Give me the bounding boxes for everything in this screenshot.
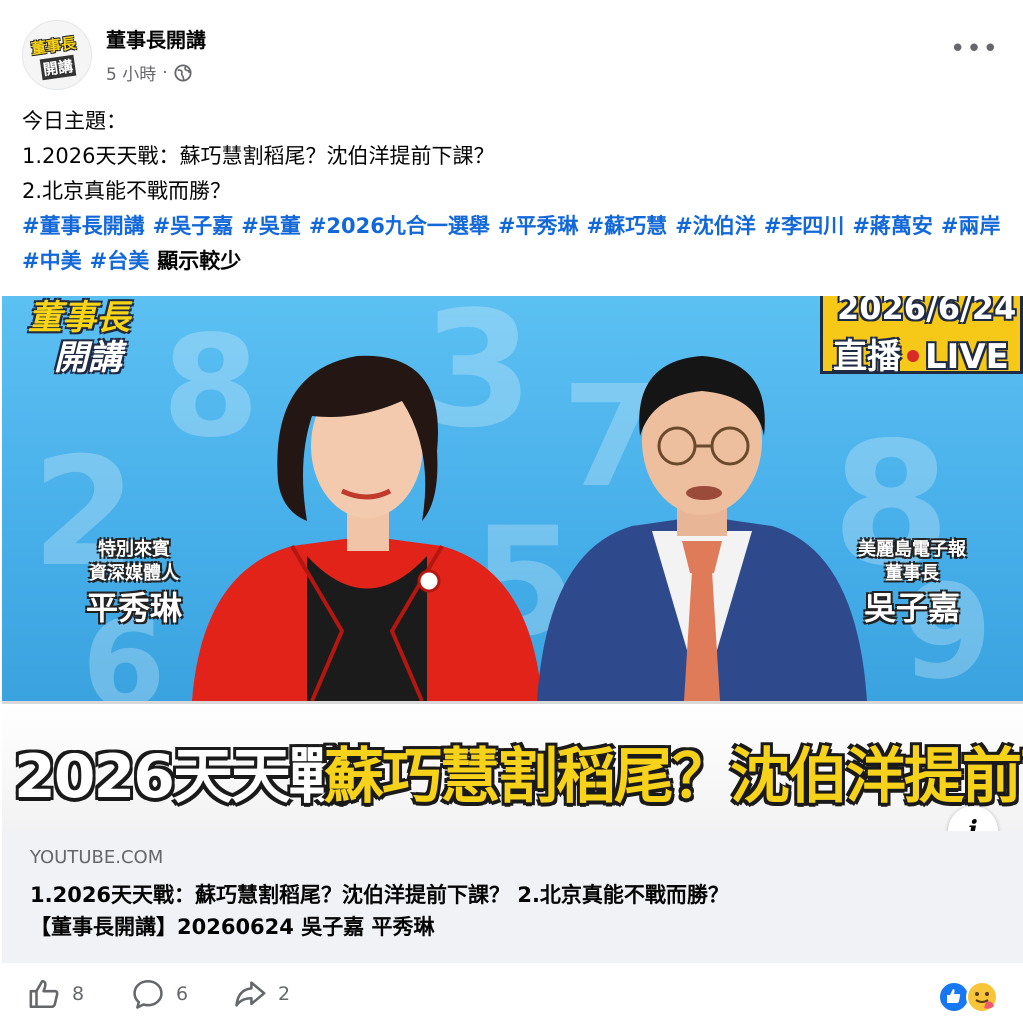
hashtag-link[interactable]: #中美 — [22, 249, 82, 273]
more-options-icon[interactable]: ••• — [950, 34, 998, 68]
comment-icon — [133, 979, 163, 1009]
thumbnail-title-part1: 2026天天戰 — [14, 742, 349, 812]
care-reaction-icon — [966, 981, 998, 1013]
post-meta: 5 小時 · — [106, 60, 192, 85]
see-less-link[interactable]: 顯示較少 — [157, 249, 241, 273]
guest-left-name: 平秀琳 — [85, 589, 182, 627]
globe-icon — [174, 63, 192, 82]
hashtag-link[interactable]: #沈伯洋 — [675, 214, 756, 238]
post-header: 董事長 開講 董事長開講 5 小時 · ••• — [0, 0, 1023, 100]
post-line: 2.北京真能不戰而勝？ — [22, 179, 232, 203]
like-reaction-icon — [938, 981, 970, 1013]
guest-right-role: 董事長 — [885, 563, 939, 584]
video-thumbnail[interactable]: 8 3 7 2 8 5 6 9 董事長 開講 2026/6/24 直播LIVE — [2, 296, 1023, 831]
link-preview[interactable]: YOUTUBE.COM 1.2026天天戰：蘇巧慧割稻尾？沈伯洋提前下課？ 2.… — [2, 831, 1023, 963]
guest-right-figure — [537, 356, 867, 701]
hashtag-link[interactable]: #蘇巧慧 — [586, 214, 667, 238]
link-title[interactable]: 1.2026天天戰：蘇巧慧割稻尾？沈伯洋提前下課？ 2.北京真能不戰而勝？ 【董… — [30, 879, 990, 943]
reactions-summary[interactable] — [938, 980, 1002, 1014]
guest-right-name: 吳子嘉 — [863, 589, 960, 627]
post-line: 1.2026天天戰：蘇巧慧割稻尾？沈伯洋提前下課？ — [22, 144, 495, 168]
show-logo-bottom: 開講 — [54, 338, 122, 378]
live-dot-icon — [907, 349, 919, 362]
hashtag-link[interactable]: #吳子嘉 — [153, 214, 234, 238]
hashtag-link[interactable]: #平秀琳 — [498, 214, 579, 238]
live-date: 2026/6/24 — [837, 296, 1017, 327]
live-en-label: LIVE — [925, 337, 1009, 377]
guest-left-caption: 特別來賓 資深媒體人 平秀琳 — [74, 538, 194, 630]
post-timestamp[interactable]: 5 小時 — [106, 60, 156, 85]
thumbnail-title-part2: 蘇巧慧割稻尾？沈伯洋提前下課？ — [324, 742, 1023, 812]
guest-left-role: 特別來賓 — [98, 539, 170, 560]
post-text: 今日主題： 1.2026天天戰：蘇巧慧割稻尾？沈伯洋提前下課？ 2.北京真能不戰… — [22, 104, 1012, 279]
comment-button[interactable]: 6 — [130, 977, 188, 1011]
link-domain: YOUTUBE.COM — [30, 847, 164, 868]
guest-right-caption: 美麗島電子報 董事長 吳子嘉 — [842, 538, 982, 630]
meta-separator: · — [162, 62, 168, 83]
like-button[interactable]: 8 — [28, 977, 84, 1011]
share-button[interactable]: 2 — [232, 977, 290, 1011]
link-title-line: 【董事長開講】20260624 吳子嘉 平秀琳 — [30, 915, 435, 939]
page-avatar[interactable]: 董事長 開講 — [22, 20, 92, 90]
guest-right-role: 美麗島電子報 — [858, 539, 966, 560]
hashtag-link[interactable]: #蔣萬安 — [852, 214, 933, 238]
hashtag-link[interactable]: #李四川 — [764, 214, 845, 238]
hashtag-link[interactable]: #董事長開講 — [22, 214, 145, 238]
hashtag-link[interactable]: #台美 — [90, 249, 150, 273]
page-name-link[interactable]: 董事長開講 — [106, 24, 206, 53]
guest-left-role: 資深媒體人 — [89, 563, 179, 584]
link-title-line: 1.2026天天戰：蘇巧慧割稻尾？沈伯洋提前下課？ 2.北京真能不戰而勝？ — [30, 883, 729, 907]
thumbs-up-icon — [29, 979, 59, 1009]
hashtag-link[interactable]: #2026九合一選舉 — [309, 214, 490, 238]
like-count: 8 — [72, 983, 85, 1005]
hashtag-link[interactable]: #兩岸 — [941, 214, 1001, 238]
post-actions: 8 6 2 — [0, 963, 1023, 1024]
guest-left-figure — [192, 355, 542, 701]
comment-count: 6 — [176, 983, 189, 1005]
hashtag-list: #董事長開講 #吳子嘉 #吳董 #2026九合一選舉 #平秀琳 #蘇巧慧 #沈伯洋 #李四川 #… — [22, 209, 1012, 279]
post-line: 今日主題： — [22, 109, 127, 133]
thumbnail-title-bar: 2026天天戰 蘇巧慧割稻尾？沈伯洋提前下課？ — [2, 701, 1023, 831]
share-icon — [235, 981, 266, 1007]
show-logo: 董事長 開講 — [14, 296, 154, 381]
share-count: 2 — [278, 983, 291, 1005]
avatar-logo-text-bottom: 開講 — [39, 54, 77, 81]
hashtag-link[interactable]: #吳董 — [241, 214, 301, 238]
